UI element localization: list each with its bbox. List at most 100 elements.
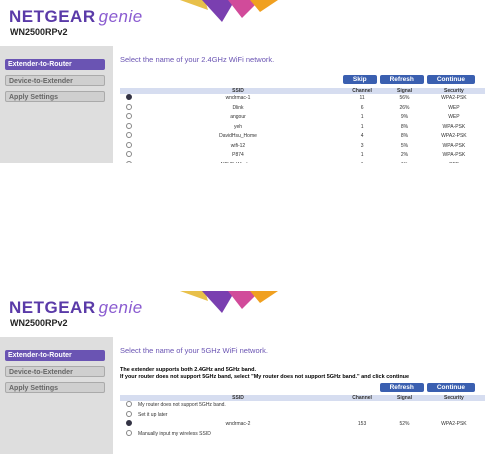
main-content: Select the name of your 2.4GHz WiFi netw… [113, 46, 485, 163]
table-row[interactable]: wndrmac-2 153 52% WPA2-PSK [120, 420, 485, 430]
channel-cell: 4 [360, 133, 364, 139]
security-cell: WPA-PSK [442, 142, 466, 149]
ssid-cell: wifi-12 [230, 142, 246, 149]
sidebar: Extender-to-Router Device-to-Extender Ap… [0, 337, 113, 454]
nav-device-to-extender[interactable]: Device-to-Extender [5, 366, 105, 377]
refresh-button[interactable]: Refresh [379, 383, 424, 392]
signal-cell: 8% [400, 123, 409, 130]
radio-cell [120, 132, 138, 142]
signal-cell: 1% [386, 161, 423, 164]
genie-petal-graphic [180, 291, 278, 313]
refresh-button[interactable]: Refresh [379, 75, 424, 84]
signal-cell: 9% [400, 114, 409, 120]
sidebar: Extender-to-Router Device-to-Extender Ap… [0, 46, 113, 163]
page-title: Select the name of your 5GHz WiFi networ… [120, 346, 268, 355]
radio-cell [120, 160, 138, 163]
continue-button[interactable]: Continue [426, 75, 475, 84]
option-label: My router does not support 5GHz band. [138, 402, 226, 408]
option-label: Set it up later [138, 411, 168, 418]
radio-cell [120, 151, 138, 161]
security-cell: WPA-PSK [442, 152, 466, 158]
table-row[interactable]: NTUE-Wireless11%OFF [120, 160, 485, 164]
channel-cell: 6 [360, 104, 364, 111]
security-cell: WPA2-PSK [441, 421, 467, 427]
ssid-cell: wndrmac-2 [225, 421, 251, 427]
header: NETGEAR genie WN2500RPv2 [0, 291, 485, 331]
radio-button[interactable] [126, 113, 132, 119]
nav-extender-to-router[interactable]: Extender-to-Router [5, 59, 105, 70]
network-table: SSID Channel Signal Security My router d… [120, 395, 485, 439]
genie-petal-graphic [180, 0, 278, 22]
panel-24ghz: NETGEAR genie WN2500RPv2 Extender-to-Rout… [0, 0, 485, 163]
continue-button[interactable]: Continue [426, 383, 475, 392]
table-row[interactable]: yeh 1 8% WPA-PSK [120, 122, 485, 133]
nav-extender-to-router[interactable]: Extender-to-Router [5, 350, 105, 361]
network-list: My router does not support 5GHz band. Se… [120, 401, 485, 420]
netgear-logo: NETGEAR genie [9, 298, 143, 317]
radio-cell [120, 401, 138, 411]
radio-button[interactable] [126, 420, 132, 426]
radio-button[interactable] [126, 122, 132, 129]
network-table: SSID Channel Signal Security wndrmac-1 11… [120, 88, 485, 163]
radio-button[interactable] [126, 429, 132, 436]
header: NETGEAR genie WN2500RPv2 [0, 0, 485, 40]
security-cell: OFF [423, 161, 485, 164]
table-row[interactable]: wifi-12 3 5% WPA-PSK [120, 141, 485, 152]
table-row[interactable]: angour 1 9% WEP [120, 113, 485, 123]
radio-cell [120, 103, 138, 114]
option-row-manual[interactable]: Manually input my wireless SSID [120, 429, 485, 440]
radio-cell [120, 420, 138, 430]
radio-cell [120, 141, 138, 152]
radio-button[interactable] [126, 132, 132, 138]
ssid-cell: P874 [232, 152, 244, 158]
ssid-cell: yeh [233, 123, 243, 130]
option-row-no-5ghz[interactable]: My router does not support 5GHz band. [120, 401, 485, 411]
radio-button[interactable] [126, 103, 132, 110]
nav-apply-settings[interactable]: Apply Settings [5, 91, 105, 102]
button-bar: Skip Refresh Continue [342, 75, 475, 84]
table-row[interactable]: wndrmac-1 11 56% WPA2-PSK [120, 94, 485, 104]
band-info-line-2: If your router does not support 5GHz ban… [120, 374, 410, 380]
ssid-cell: NTUE-Wireless [138, 161, 338, 164]
network-list: wndrmac-1 11 56% WPA2-PSK Dlink 6 26% WEP angour… [120, 94, 485, 163]
radio-button[interactable] [126, 401, 132, 407]
option-label: Manually input my wireless SSID [138, 430, 211, 437]
table-row[interactable]: P874 1 2% WPA-PSK [120, 151, 485, 161]
security-cell: WPA-PSK [442, 123, 466, 130]
signal-cell: 52% [399, 421, 410, 427]
ssid-cell: Dlink [232, 104, 244, 111]
radio-cell [120, 113, 138, 123]
ssid-cell: angour [230, 114, 246, 120]
radio-cell [120, 429, 138, 440]
panel-5ghz: NETGEAR genie WN2500RPv2 Extender-to-Rout… [0, 291, 485, 454]
option-row-later[interactable]: Set it up later [120, 410, 485, 421]
nav-device-to-extender[interactable]: Device-to-Extender [5, 75, 105, 86]
table-row[interactable]: DavidHsu_Home 4 8% WPA2-PSK [120, 132, 485, 142]
radio-button[interactable] [126, 410, 132, 417]
signal-cell: 56% [399, 95, 410, 101]
table-row[interactable]: Dlink 6 26% WEP [120, 103, 485, 114]
band-info-line-1: The extender supports both 2.4GHz and 5G… [120, 367, 256, 373]
nav-apply-settings[interactable]: Apply Settings [5, 382, 105, 393]
signal-cell: 2% [400, 152, 409, 158]
security-cell: WEP [448, 114, 460, 120]
radio-button[interactable] [126, 160, 132, 163]
security-cell: WPA2-PSK [441, 133, 467, 139]
model-name: WN2500RPv2 [10, 318, 68, 328]
radio-button[interactable] [126, 141, 132, 148]
channel-cell: 1 [338, 161, 386, 164]
skip-button[interactable]: Skip [342, 75, 377, 84]
channel-cell: 1 [360, 123, 364, 130]
signal-cell: 26% [399, 104, 410, 111]
radio-button[interactable] [126, 94, 132, 100]
radio-button[interactable] [126, 151, 132, 157]
netgear-logo: NETGEAR genie [9, 7, 143, 26]
signal-cell: 5% [400, 142, 409, 149]
model-name: WN2500RPv2 [10, 27, 68, 37]
channel-cell: 153 [357, 421, 367, 427]
manual-option: Manually input my wireless SSID [120, 429, 485, 440]
page-title: Select the name of your 2.4GHz WiFi netw… [120, 55, 275, 64]
network-rows: wndrmac-2 153 52% WPA2-PSK [120, 420, 485, 430]
main-content: Select the name of your 5GHz WiFi networ… [113, 337, 485, 454]
channel-cell: 3 [360, 142, 364, 149]
